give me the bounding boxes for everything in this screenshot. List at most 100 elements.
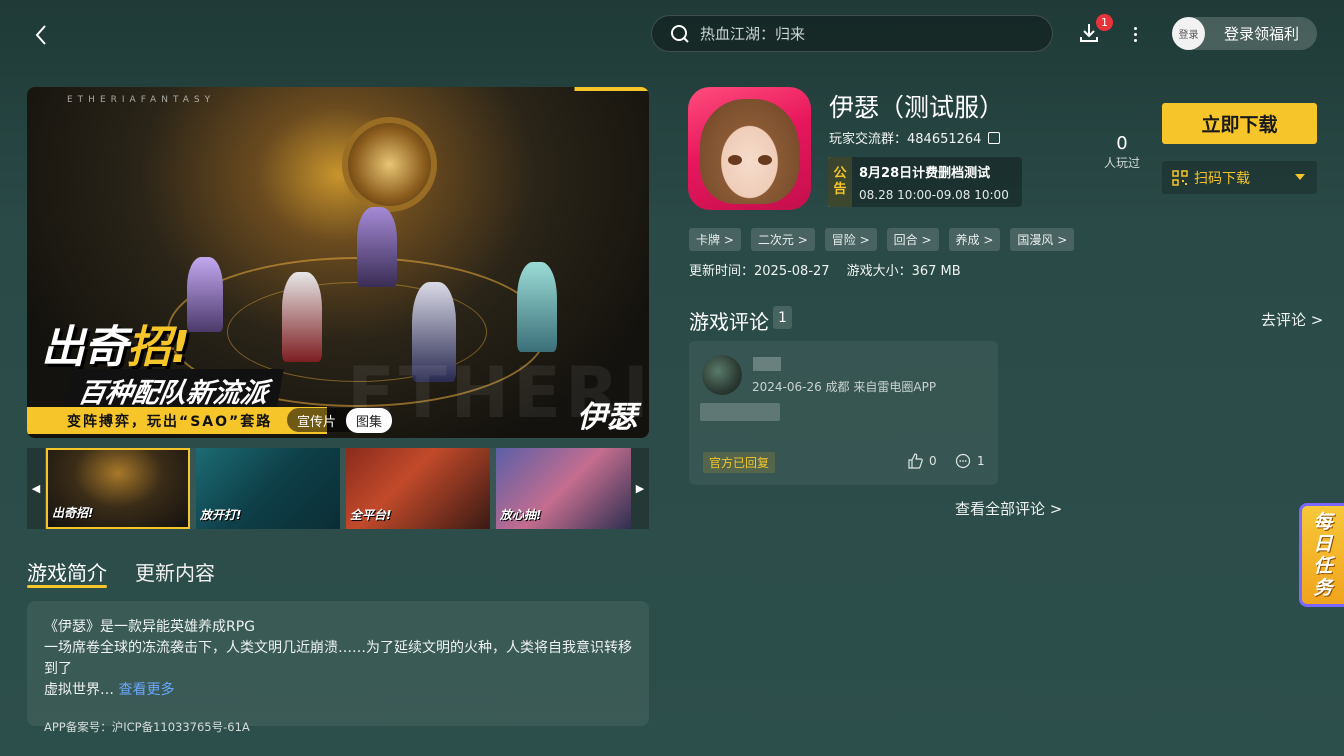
- announcement-tag-char: 告: [833, 182, 847, 197]
- daily-task-char: 日: [1313, 533, 1333, 555]
- comment-icon: [955, 453, 971, 469]
- hero-character: [357, 207, 397, 287]
- hero-golden-wheel: [342, 117, 437, 212]
- announcement-date: 08.28 10:00-09.08 10:00: [859, 188, 1009, 202]
- tab-update-content[interactable]: 更新内容: [135, 557, 215, 586]
- thumb-next-button[interactable]: ▶: [631, 448, 649, 529]
- played-count: 0: [1116, 133, 1128, 154]
- tag-list: 卡牌 > 二次元 > 冒险 > 回合 > 养成 > 国漫风 >: [689, 228, 1075, 251]
- back-button[interactable]: [26, 20, 56, 50]
- thumbnail-label: 放心抽!: [500, 508, 542, 522]
- intro-text-line-3: 虚拟世界…: [44, 682, 114, 698]
- login-avatar: 登录: [1172, 17, 1205, 50]
- view-all-reviews-link[interactable]: 查看全部评论 >: [955, 498, 1062, 519]
- copy-icon[interactable]: [988, 131, 1001, 144]
- more-dot-icon: [1133, 26, 1137, 30]
- hero-headline-emphasis: 招!: [127, 322, 190, 373]
- see-more-link[interactable]: 查看更多: [118, 682, 174, 698]
- tag-chip[interactable]: 冒险 >: [824, 228, 877, 251]
- hero-headline: 出奇招!: [41, 311, 190, 375]
- app-icon: [688, 87, 811, 210]
- player-group: 玩家交流群：484651264: [829, 128, 1001, 147]
- game-logo: 伊瑟: [577, 400, 637, 435]
- thumb-prev-button[interactable]: ◀: [27, 448, 45, 529]
- like-button[interactable]: 0: [907, 453, 937, 469]
- reviewer-name-blurred: [753, 357, 781, 371]
- chevron-left-icon: [35, 25, 46, 45]
- player-group-text: 玩家交流群：484651264: [829, 132, 982, 147]
- daily-task-char: 每: [1313, 511, 1333, 533]
- more-dot-icon: [1133, 38, 1137, 42]
- avatar[interactable]: [702, 355, 742, 395]
- icp-record: APP备案号：沪ICP备11033765号-61A: [44, 720, 250, 734]
- comment-count: 1: [977, 454, 985, 468]
- hero-top-accent: [27, 87, 649, 91]
- search-icon: [671, 24, 689, 43]
- more-dot-icon: [1133, 32, 1137, 36]
- media-tabs: 宣传片 图集: [287, 407, 393, 433]
- app-meta: 更新时间：2025-08-27 游戏大小：367 MB: [689, 260, 961, 279]
- game-intro-card: 《伊瑟》是一款异能英雄养成RPG 一场席卷全球的冻流袭击下，人类文明几近崩溃………: [27, 601, 649, 734]
- tab-trailer[interactable]: 宣传片: [287, 408, 346, 433]
- thumbnail[interactable]: 全平台!: [346, 448, 490, 529]
- thumbs-up-icon: [908, 453, 923, 469]
- hero-subheadline: 百种配队新流派: [63, 369, 284, 412]
- tab-gallery[interactable]: 图集: [346, 407, 393, 433]
- announcement-card[interactable]: 公 告 8月28日计费删档测试 08.28 10:00-09.08 10:00: [828, 157, 1022, 207]
- intro-text-line: 虚拟世界… 查看更多: [44, 680, 632, 701]
- app-icon-eye: [728, 155, 742, 165]
- tag-chip[interactable]: 卡牌 >: [689, 228, 741, 251]
- thumbnail-strip: ◀ 出奇招! 放开打! 全平台! 放心抽! ▶: [27, 448, 649, 529]
- update-time: 更新时间：2025-08-27: [689, 264, 830, 279]
- announcement-tag-char: 公: [833, 166, 847, 181]
- caret-down-icon: [1295, 174, 1305, 180]
- write-review-link[interactable]: 去评论 >: [1261, 309, 1323, 330]
- tag-chip[interactable]: 国漫风 >: [1010, 228, 1075, 251]
- review-meta: 2024-06-26 成都 来自雷电圈APP: [752, 380, 937, 394]
- hero-character: [282, 272, 322, 362]
- announcement-tag: 公 告: [828, 157, 852, 207]
- hero-character: [187, 257, 223, 332]
- hero-media[interactable]: ETHERIAFANTASY ETHERIA 出奇招! 百种配队新流派 变阵搏弈…: [27, 87, 649, 438]
- search-bar[interactable]: [651, 15, 1053, 52]
- scan-download-label: 扫码下载: [1194, 170, 1250, 187]
- tag-chip[interactable]: 二次元 >: [750, 228, 815, 251]
- app-icon-eye: [758, 155, 772, 165]
- thumbnail[interactable]: 放开打!: [196, 448, 340, 529]
- review-content-blurred: [700, 403, 780, 421]
- thumbnail[interactable]: 放心抽!: [496, 448, 631, 529]
- login-button[interactable]: 登录 登录领福利: [1172, 17, 1317, 50]
- announcement-body: 8月28日计费删档测试 08.28 10:00-09.08 10:00: [852, 157, 1009, 207]
- thumbnail-label: 出奇招!: [52, 506, 94, 520]
- hero-tagline-strip: 变阵搏弈，玩出“SAO”套路: [27, 407, 327, 434]
- thumbnail[interactable]: 出奇招!: [46, 448, 190, 529]
- download-count-badge: 1: [1096, 14, 1113, 31]
- intro-text-line: 《伊瑟》是一款异能英雄养成RPG: [44, 619, 256, 635]
- scan-download-button[interactable]: 扫码下载: [1162, 161, 1317, 194]
- hero-character: [517, 262, 557, 352]
- login-label: 登录领福利: [1224, 25, 1300, 43]
- tag-chip[interactable]: 养成 >: [948, 228, 1001, 251]
- review-card[interactable]: 2024-06-26 成都 来自雷电圈APP 官方已回复 0 1: [689, 341, 998, 485]
- download-now-button[interactable]: 立即下载: [1162, 103, 1317, 144]
- active-tab-indicator: [27, 585, 107, 588]
- more-menu-button[interactable]: [1127, 22, 1143, 46]
- app-icon-character: [700, 99, 799, 204]
- app-title: 伊瑟（测试服）: [829, 93, 1005, 122]
- daily-task-char: 任: [1313, 555, 1333, 577]
- search-input[interactable]: [700, 24, 1020, 43]
- reviews-title: 游戏评论: [689, 310, 769, 334]
- tab-game-intro[interactable]: 游戏简介: [27, 557, 107, 586]
- comment-button[interactable]: 1: [955, 453, 985, 469]
- announcement-title: 8月28日计费删档测试: [859, 166, 991, 181]
- hero-brand-tagline: ETHERIAFANTASY: [67, 95, 216, 105]
- tag-chip[interactable]: 回合 >: [886, 228, 939, 251]
- intro-text-line: 一场席卷全球的冻流袭击下，人类文明几近崩溃……为了延续文明的火种，人类将自我意识…: [44, 640, 632, 677]
- played-label: 人玩过: [1104, 156, 1141, 170]
- game-size: 游戏大小：367 MB: [846, 264, 961, 279]
- reviews-count-badge: 1: [773, 306, 792, 329]
- like-count: 0: [929, 454, 937, 468]
- thumbnail-label: 放开打!: [200, 508, 242, 522]
- daily-task-button[interactable]: 每 日 任 务: [1299, 503, 1344, 607]
- qr-code-icon: [1172, 169, 1188, 186]
